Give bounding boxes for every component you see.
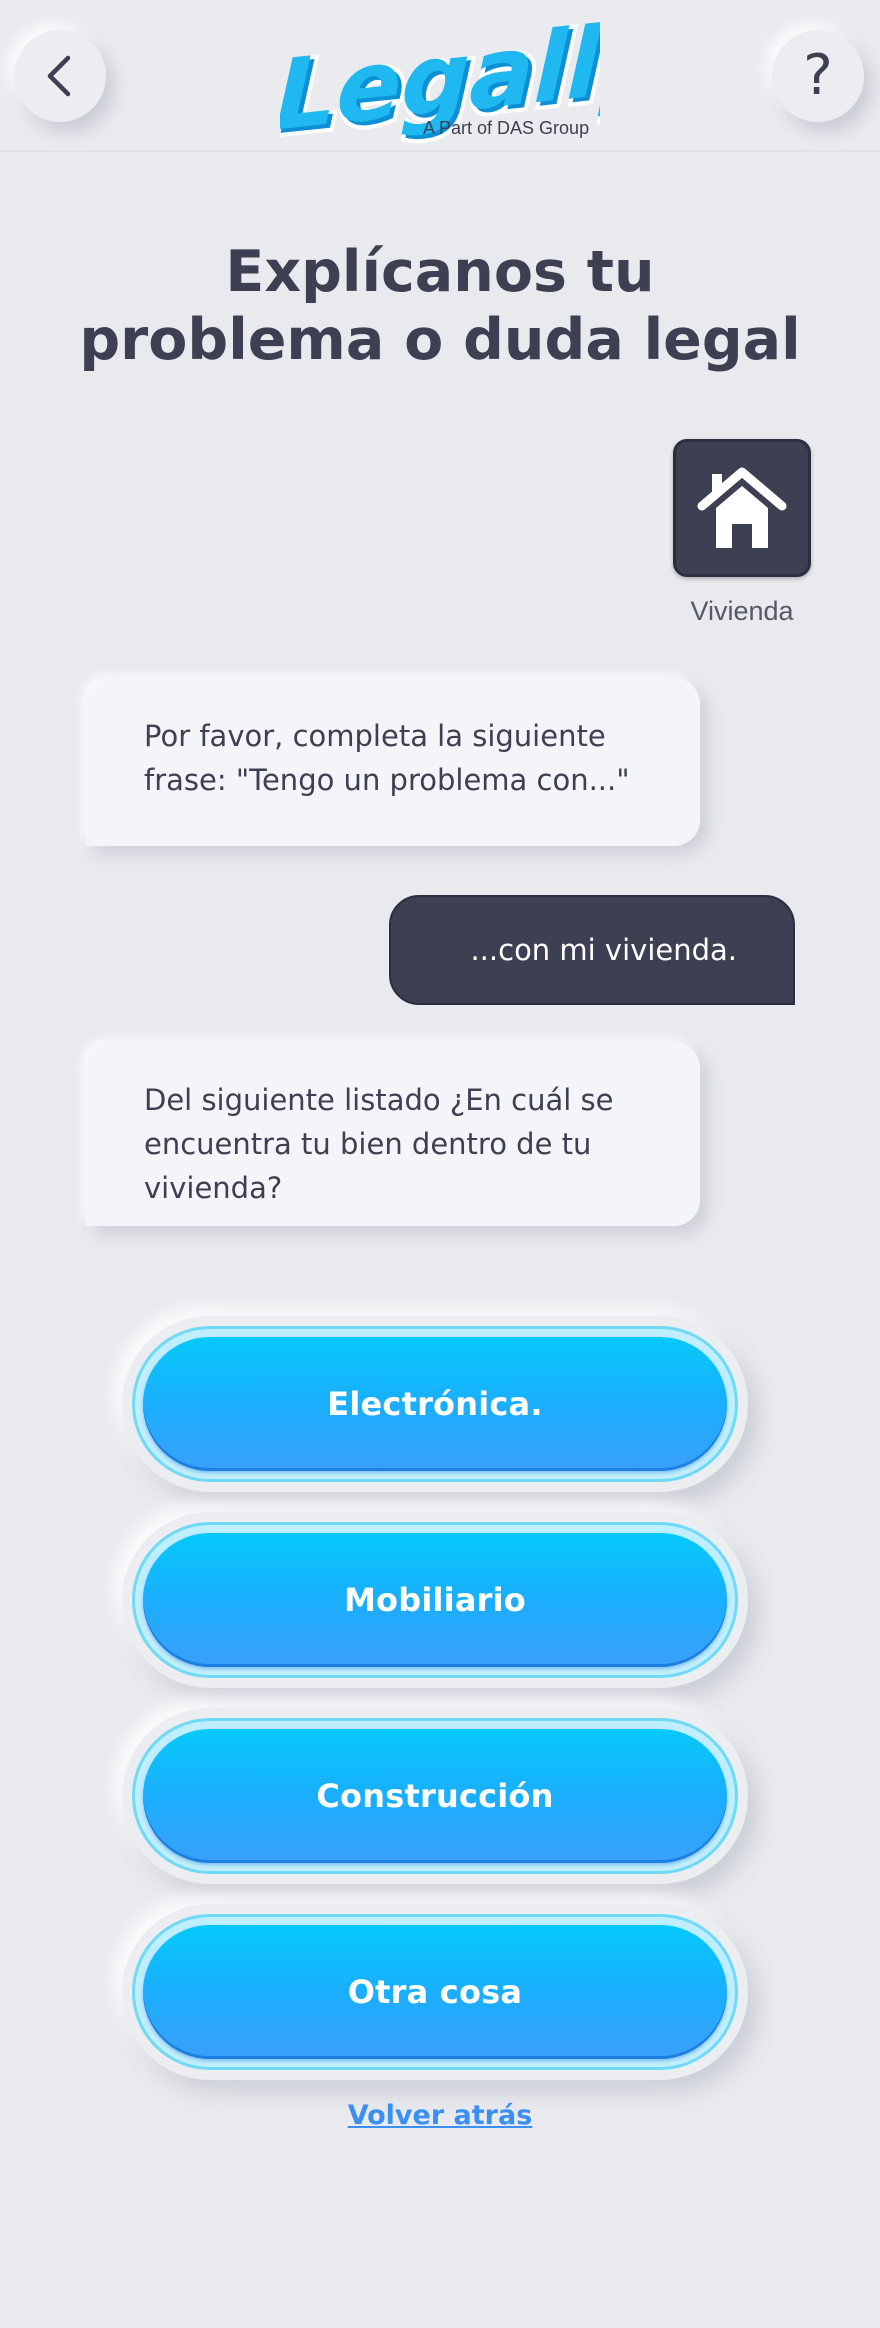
bot-message-text: Del siguiente listado ¿En cuál se encuen…	[144, 1083, 614, 1205]
option-ring: Mobiliario	[132, 1522, 738, 1678]
option-ring: Otra cosa	[132, 1914, 738, 2070]
option-otra-cosa-button[interactable]: Otra cosa	[143, 1925, 727, 2059]
option-otra-cosa-wrapper: Otra cosa	[122, 1904, 748, 2080]
chevron-left-icon	[47, 55, 71, 97]
back-button[interactable]	[14, 30, 106, 122]
bot-message: Por favor, completa la siguiente frase: …	[86, 678, 700, 846]
user-message-text: ...con mi vivienda.	[470, 933, 737, 967]
back-link[interactable]: Volver atrás	[0, 2100, 880, 2131]
option-electronica-wrapper: Electrónica.	[122, 1316, 748, 1492]
page-title: Explícanos tu problema o duda legal	[0, 238, 880, 374]
app-header: Legally Legally A Part of DAS Group ?	[0, 0, 880, 152]
option-ring: Construcción	[132, 1718, 738, 1874]
page-title-line1: Explícanos tu	[225, 239, 655, 305]
bot-message: Del siguiente listado ¿En cuál se encuen…	[86, 1042, 700, 1226]
option-mobiliario-button[interactable]: Mobiliario	[143, 1533, 727, 1667]
house-icon	[697, 467, 787, 548]
page-title-line2: problema o duda legal	[79, 307, 801, 373]
option-construccion-wrapper: Construcción	[122, 1708, 748, 1884]
option-ring: Electrónica.	[132, 1326, 738, 1482]
logo-subtitle: A Part of DAS Group	[423, 118, 590, 138]
category-label: Vivienda	[690, 596, 794, 626]
help-icon: ?	[803, 43, 833, 108]
option-construccion-button[interactable]: Construcción	[143, 1729, 727, 1863]
category-tile	[673, 439, 811, 577]
user-message: ...con mi vivienda.	[389, 895, 795, 1005]
option-electronica-button[interactable]: Electrónica.	[143, 1337, 727, 1471]
help-button[interactable]: ?	[772, 30, 864, 122]
bot-message-text: Por favor, completa la siguiente frase: …	[144, 719, 630, 797]
option-mobiliario-wrapper: Mobiliario	[122, 1512, 748, 1688]
